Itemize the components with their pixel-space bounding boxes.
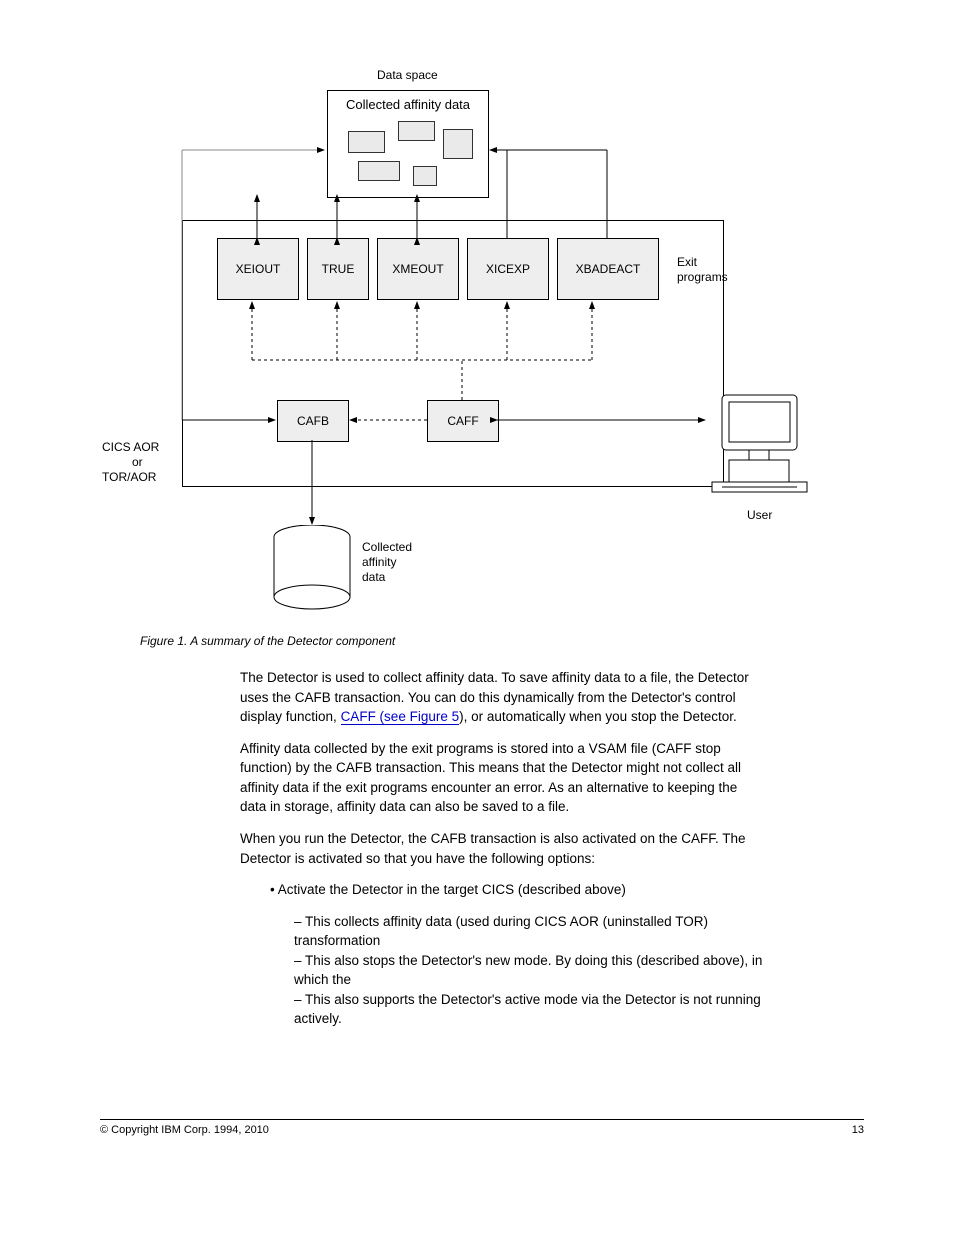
paragraph-2: Affinity data collected by the exit prog… bbox=[240, 739, 764, 817]
bullet-1: Activate the Detector in the target CICS… bbox=[270, 880, 764, 900]
sub-bullet-2: This also stops the Detector's new mode.… bbox=[294, 951, 764, 990]
link-caff-figure5[interactable]: CAFF (see Figure 5 bbox=[341, 709, 460, 725]
sub-bullet-1: This collects affinity data (used during… bbox=[294, 912, 764, 951]
figure-caption: Figure 1. A summary of the Detector comp… bbox=[140, 634, 864, 648]
footer-copyright: © Copyright IBM Corp. 1994, 2010 bbox=[100, 1124, 269, 1136]
footer-page-number: 13 bbox=[852, 1124, 864, 1136]
paragraph-3: When you run the Detector, the CAFB tran… bbox=[240, 829, 764, 868]
diagram-connectors bbox=[102, 60, 862, 620]
sub-bullet-3: This also supports the Detector's active… bbox=[294, 990, 764, 1029]
paragraph-1: The Detector is used to collect affinity… bbox=[240, 668, 764, 727]
